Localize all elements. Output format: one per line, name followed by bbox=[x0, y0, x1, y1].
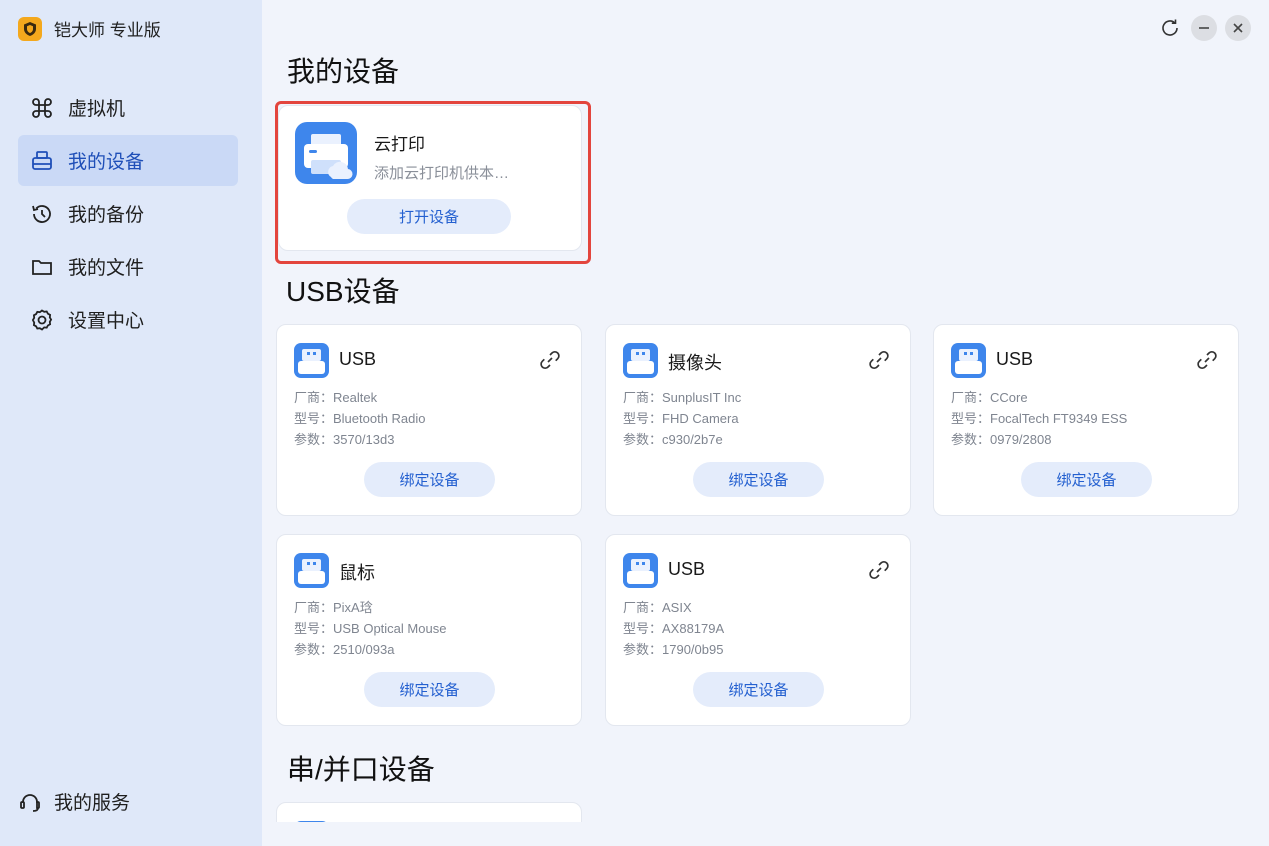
device-model: 型号：Bluetooth Radio bbox=[294, 411, 426, 426]
close-icon[interactable] bbox=[1225, 15, 1251, 41]
device-name: 摄像头 bbox=[668, 353, 722, 373]
link-icon[interactable] bbox=[866, 347, 892, 373]
usb-device-card: USB 厂商：ASIX 型号：AX88179A 参数：1790/0b95 绑定设… bbox=[605, 534, 911, 726]
device-model: 型号：FHD Camera bbox=[623, 411, 739, 426]
device-params: 参数：c930/2b7e bbox=[623, 432, 723, 447]
usb-device-card: 摄像头 厂商：SunplusIT Inc 型号：FHD Camera 参数：c9… bbox=[605, 324, 911, 516]
device-params: 参数：0979/2808 bbox=[951, 432, 1052, 447]
cloud-print-title: 云打印 bbox=[374, 135, 425, 154]
sidebar-item-label: 我的设备 bbox=[68, 152, 145, 173]
gear-icon bbox=[31, 308, 53, 331]
device-params: 参数：2510/093a bbox=[294, 642, 395, 657]
printer-icon bbox=[295, 122, 357, 184]
sidebar-nav: 虚拟机 我的设备 我的备份 我的文件 设置中心 bbox=[18, 82, 238, 347]
sidebar-item-label: 我的备份 bbox=[68, 205, 145, 226]
open-device-button[interactable]: 打开设备 bbox=[347, 199, 511, 234]
sidebar-item-label: 虚拟机 bbox=[68, 99, 126, 120]
device-vendor: 厂商：PixA琀 bbox=[294, 600, 373, 615]
device-params: 参数：3570/13d3 bbox=[294, 432, 395, 447]
app-brand: 铠大师 专业版 bbox=[18, 16, 161, 41]
usb-device-icon bbox=[623, 553, 658, 588]
usb-device-icon bbox=[294, 343, 329, 378]
content-bottom-edge bbox=[262, 822, 1269, 846]
headset-icon bbox=[20, 793, 40, 812]
cloud-print-description: 添加云打印机供本… bbox=[374, 165, 510, 182]
device-name: 鼠标 bbox=[339, 563, 375, 583]
link-icon[interactable] bbox=[1194, 347, 1220, 373]
usb-device-icon bbox=[623, 343, 658, 378]
device-params: 参数：1790/0b95 bbox=[623, 642, 724, 657]
usb-device-icon bbox=[951, 343, 986, 378]
link-icon[interactable] bbox=[866, 557, 892, 583]
device-model: 型号：USB Optical Mouse bbox=[294, 621, 447, 636]
sidebar-item-label: 设置中心 bbox=[68, 311, 145, 332]
usb-device-card: USB 厂商：CCore 型号：FocalTech FT9349 ESS 参数：… bbox=[933, 324, 1239, 516]
device-name: USB bbox=[996, 349, 1034, 369]
sidebar-item-my-devices[interactable]: 我的设备 bbox=[18, 135, 238, 186]
device-name: USB bbox=[668, 559, 706, 579]
my-service-label: 我的服务 bbox=[54, 793, 131, 814]
device-meta: 厂商：SunplusIT Inc 型号：FHD Camera 参数：c930/2… bbox=[623, 387, 741, 450]
device-icon bbox=[32, 150, 52, 170]
bind-device-button[interactable]: 绑定设备 bbox=[364, 462, 495, 497]
device-name: USB bbox=[339, 349, 377, 369]
device-vendor: 厂商：ASIX bbox=[623, 600, 692, 615]
usb-device-icon bbox=[294, 553, 329, 588]
device-meta: 厂商：ASIX 型号：AX88179A 参数：1790/0b95 bbox=[623, 597, 724, 660]
section-title-my-devices: 我的设备 bbox=[287, 56, 400, 87]
bind-device-button[interactable]: 绑定设备 bbox=[364, 672, 495, 707]
cloud-print-card: 云打印 添加云打印机供本… 打开设备 bbox=[278, 105, 582, 251]
sidebar-item-label: 我的文件 bbox=[68, 258, 145, 279]
usb-device-card: 鼠标 厂商：PixA琀 型号：USB Optical Mouse 参数：2510… bbox=[276, 534, 582, 726]
sidebar-item-vm[interactable]: 虚拟机 bbox=[18, 82, 238, 133]
sidebar-item-settings[interactable]: 设置中心 bbox=[18, 294, 238, 345]
bind-device-button[interactable]: 绑定设备 bbox=[1021, 462, 1152, 497]
device-meta: 厂商：CCore 型号：FocalTech FT9349 ESS 参数：0979… bbox=[951, 387, 1127, 450]
refresh-icon[interactable] bbox=[1157, 15, 1183, 41]
command-icon bbox=[32, 97, 52, 118]
history-icon bbox=[32, 204, 51, 223]
device-vendor: 厂商：SunplusIT Inc bbox=[623, 390, 742, 405]
usb-device-card: USB 厂商：Realtek 型号：Bluetooth Radio 参数：357… bbox=[276, 324, 582, 516]
folder-icon bbox=[32, 259, 52, 275]
shield-logo-icon bbox=[18, 16, 42, 41]
minimize-icon[interactable] bbox=[1191, 15, 1217, 41]
link-icon[interactable] bbox=[537, 347, 563, 373]
device-model: 型号：FocalTech FT9349 ESS bbox=[951, 411, 1128, 426]
bind-device-button[interactable]: 绑定设备 bbox=[693, 672, 824, 707]
bind-device-button[interactable]: 绑定设备 bbox=[693, 462, 824, 497]
app-title: 铠大师 专业版 bbox=[54, 21, 161, 40]
window-controls bbox=[1157, 15, 1251, 41]
my-service-link[interactable]: 我的服务 bbox=[18, 788, 130, 815]
section-title-serial-devices: 串/并口设备 bbox=[287, 754, 435, 785]
device-vendor: 厂商：CCore bbox=[951, 390, 1028, 405]
device-meta: 厂商：PixA琀 型号：USB Optical Mouse 参数：2510/09… bbox=[294, 597, 446, 660]
sidebar: 铠大师 专业版 虚拟机 我的设备 我的备份 我的文件 设置中心 我的服务 bbox=[0, 0, 262, 846]
device-model: 型号：AX88179A bbox=[623, 621, 725, 636]
sidebar-item-my-backup[interactable]: 我的备份 bbox=[18, 188, 238, 239]
section-title-usb-devices: USB设备 bbox=[286, 276, 400, 307]
device-vendor: 厂商：Realtek bbox=[294, 390, 378, 405]
device-meta: 厂商：Realtek 型号：Bluetooth Radio 参数：3570/13… bbox=[294, 387, 426, 450]
sidebar-item-my-files[interactable]: 我的文件 bbox=[18, 241, 238, 292]
